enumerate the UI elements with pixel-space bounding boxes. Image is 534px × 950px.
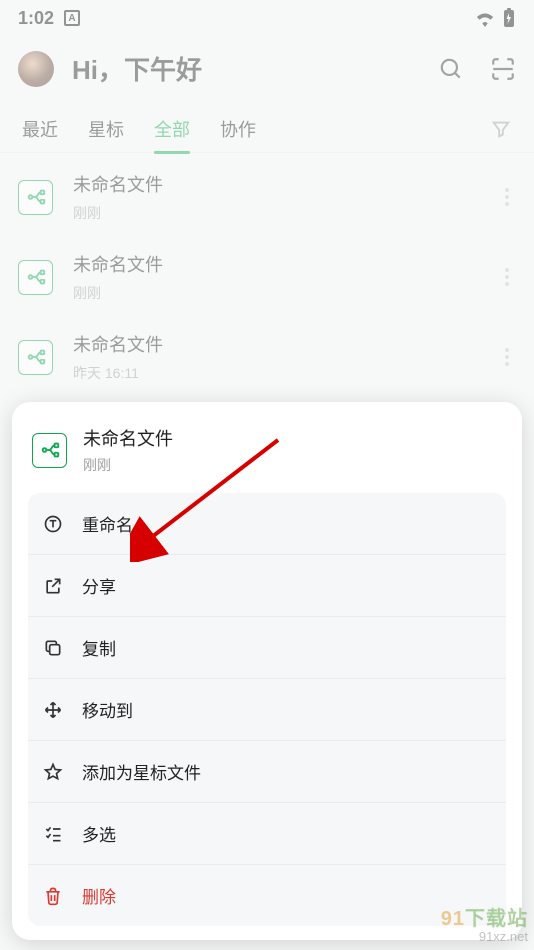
context-menu-sheet: 未命名文件 刚刚 重命名 分享 复制 移动到 xyxy=(12,402,522,940)
trash-icon xyxy=(42,885,64,907)
menu-rename[interactable]: 重命名 xyxy=(28,493,506,554)
menu-delete[interactable]: 删除 xyxy=(28,864,506,926)
menu-star[interactable]: 添加为星标文件 xyxy=(28,740,506,802)
multiselect-icon xyxy=(42,823,64,845)
copy-icon xyxy=(42,637,64,659)
menu-label: 删除 xyxy=(82,883,116,908)
share-icon xyxy=(42,575,64,597)
sheet-file-title: 未命名文件 xyxy=(83,425,173,451)
menu-move[interactable]: 移动到 xyxy=(28,678,506,740)
menu-share[interactable]: 分享 xyxy=(28,554,506,616)
menu-label: 分享 xyxy=(82,573,116,598)
move-icon xyxy=(42,699,64,721)
menu-label: 多选 xyxy=(82,821,116,846)
menu-label: 移动到 xyxy=(82,697,133,722)
star-icon xyxy=(42,761,64,783)
action-menu: 重命名 分享 复制 移动到 添加为星标文件 xyxy=(28,493,506,926)
menu-label: 添加为星标文件 xyxy=(82,759,201,784)
sheet-file-sub: 刚刚 xyxy=(83,455,173,475)
menu-label: 重命名 xyxy=(82,511,133,536)
menu-multiselect[interactable]: 多选 xyxy=(28,802,506,864)
menu-label: 复制 xyxy=(82,635,116,660)
sheet-header: 未命名文件 刚刚 xyxy=(28,422,506,493)
menu-copy[interactable]: 复制 xyxy=(28,616,506,678)
rename-icon xyxy=(42,513,64,535)
mindmap-file-icon xyxy=(32,433,67,468)
